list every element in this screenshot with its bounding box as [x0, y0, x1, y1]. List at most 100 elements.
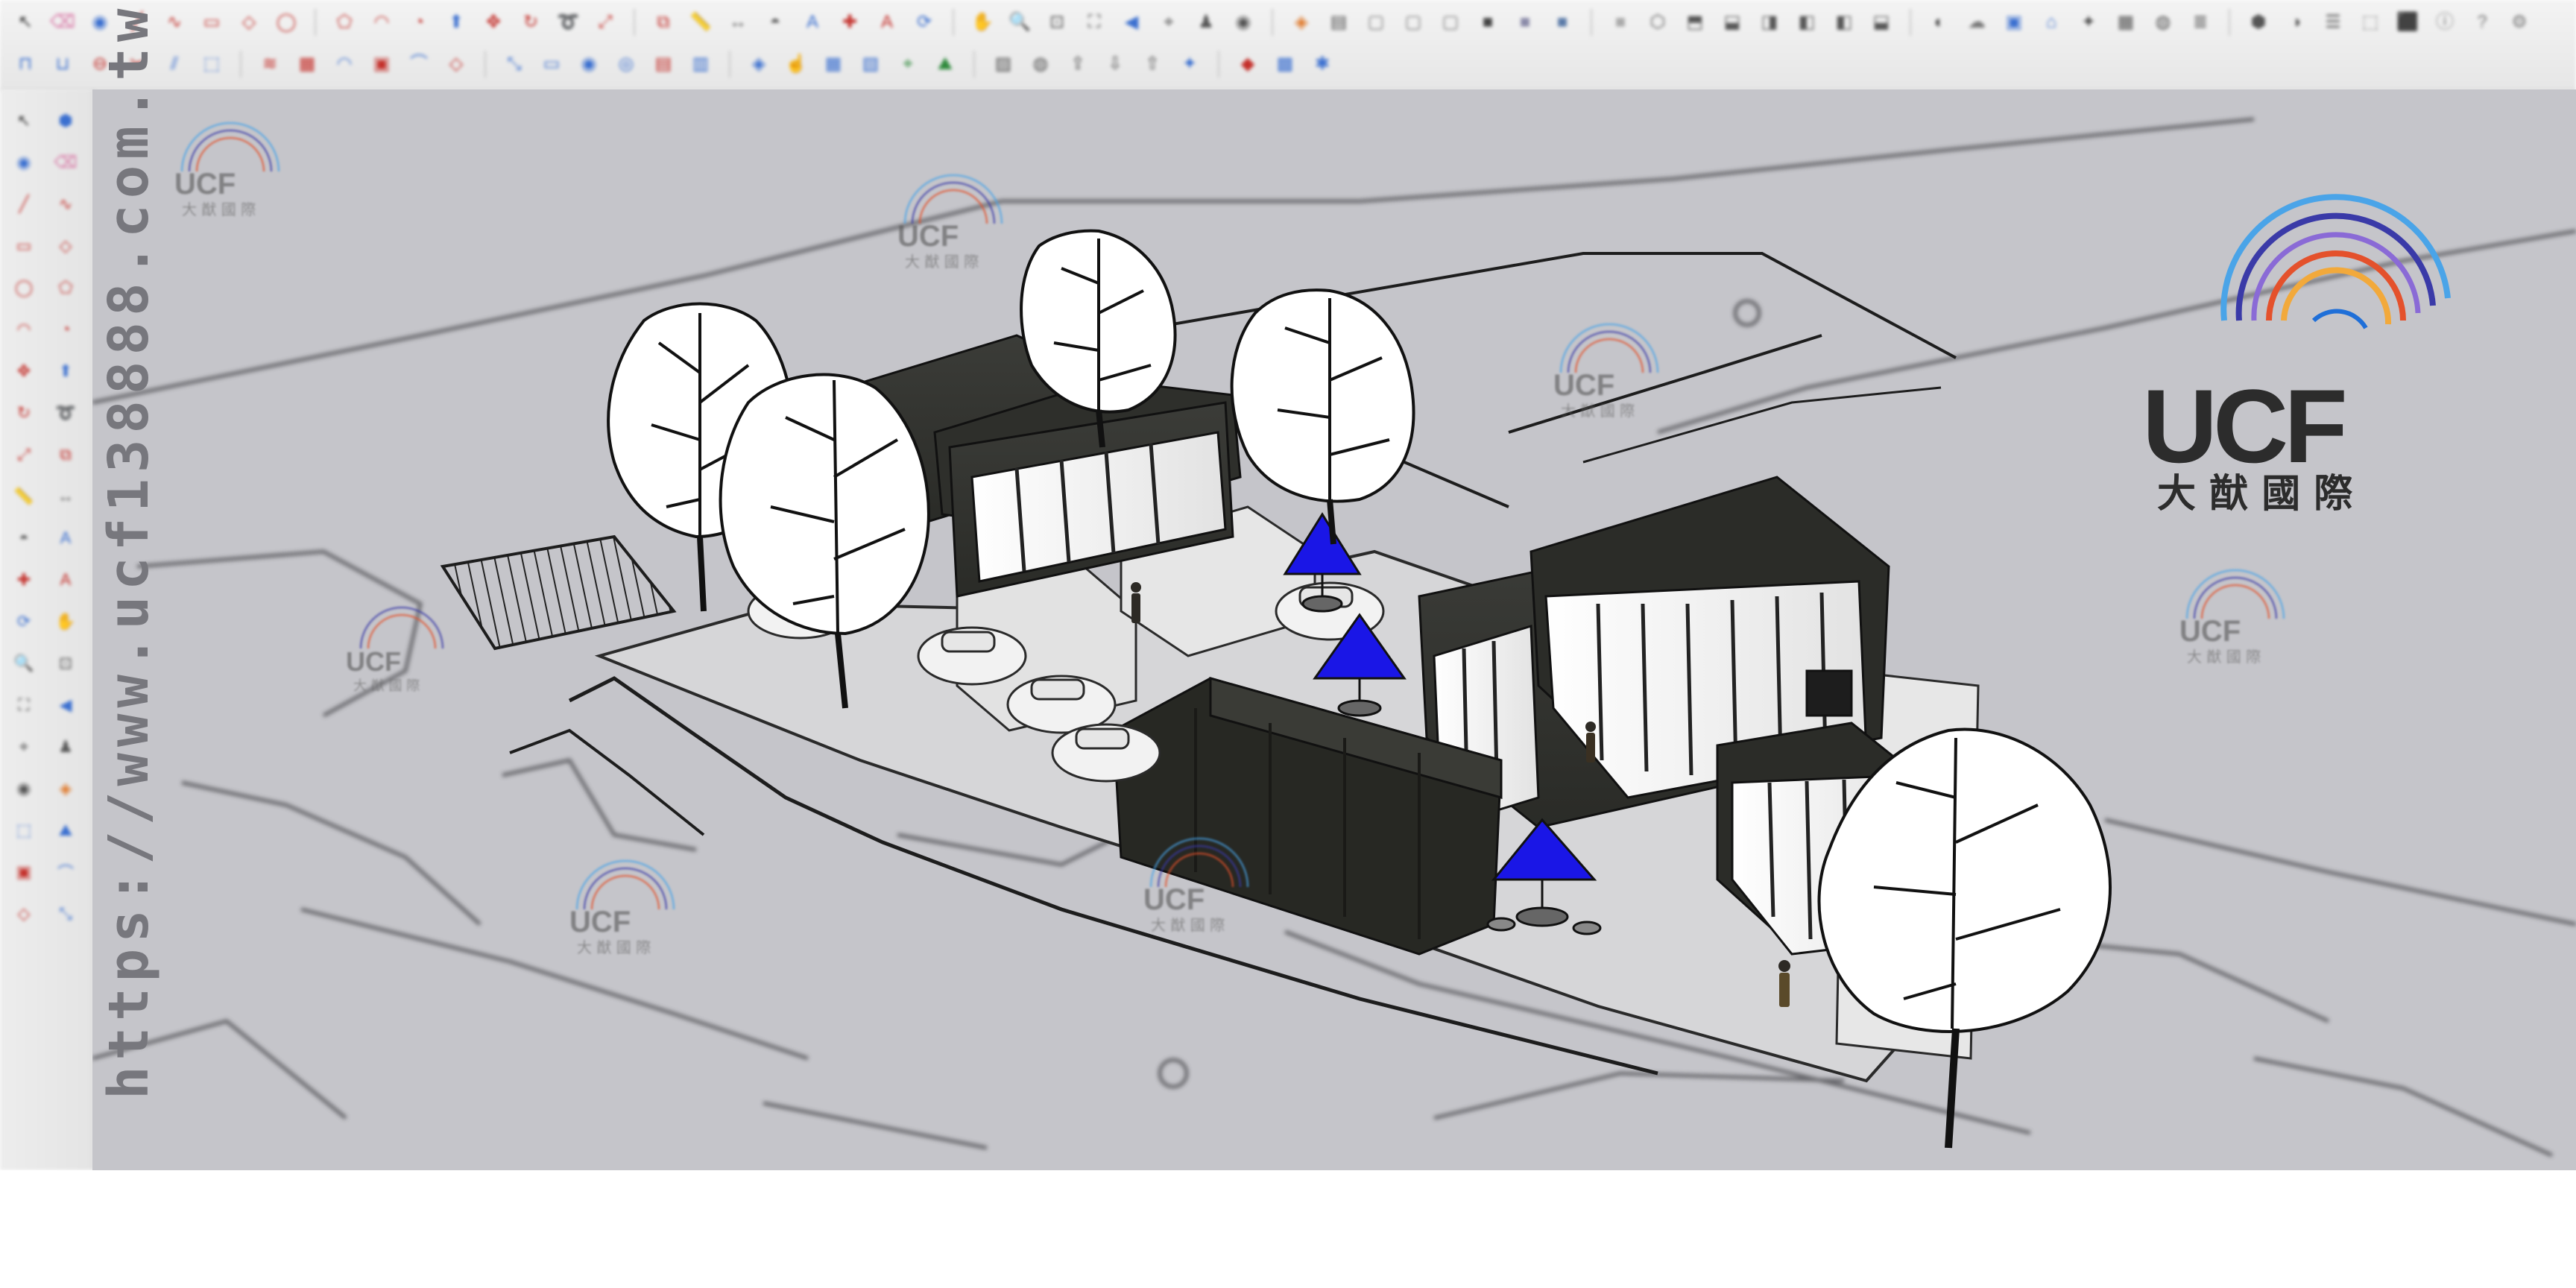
- x-ray-button[interactable]: ▢: [1361, 7, 1391, 37]
- photo-textures-button[interactable]: ▨: [988, 49, 1018, 79]
- 3d-text-button[interactable]: A: [872, 7, 902, 37]
- follow-me-button[interactable]: ➰: [553, 7, 583, 37]
- walk-button[interactable]: ♟: [1191, 7, 1221, 37]
- scale-button[interactable]: ⤢: [7, 438, 40, 471]
- split-button[interactable]: ⫽: [160, 49, 189, 79]
- move-button[interactable]: ✥: [7, 355, 40, 388]
- dimension-button[interactable]: ↔: [49, 480, 82, 513]
- eraser-button[interactable]: ⌫: [49, 146, 82, 179]
- from-contours-button[interactable]: ≋: [255, 49, 285, 79]
- select-button[interactable]: ↖: [7, 104, 40, 137]
- protractor-button[interactable]: ◓: [7, 522, 40, 555]
- paint-bucket-button[interactable]: ◉: [7, 146, 40, 179]
- right-view-button[interactable]: ◨: [1755, 7, 1784, 37]
- shaded-textures-button[interactable]: ■: [1547, 7, 1577, 37]
- arc-button[interactable]: ◠: [7, 313, 40, 346]
- share-model-button[interactable]: ⇪: [1063, 49, 1093, 79]
- shaded-button[interactable]: ■: [1510, 7, 1540, 37]
- arc-button[interactable]: ◠: [367, 7, 397, 37]
- get-models-button[interactable]: ⇩: [1100, 49, 1130, 79]
- circle-button[interactable]: ◯: [271, 7, 301, 37]
- zoom-button[interactable]: 🔍: [7, 647, 40, 680]
- model-viewport[interactable]: UCF 大 猷 國 際 UCF 大 猷 國 際 UCF 大 猷 國 際 UCF …: [92, 89, 2576, 1170]
- intersect-button[interactable]: ⊓: [10, 49, 40, 79]
- stamp-button[interactable]: ▣: [367, 49, 397, 79]
- 3d-scene[interactable]: UCF 大 猷 國 際 UCF 大 猷 國 際 UCF 大 猷 國 際 UCF …: [92, 89, 2576, 1170]
- freehand-button[interactable]: ∿: [160, 7, 189, 37]
- flip-edge-button[interactable]: ⤡: [499, 49, 529, 79]
- shadows-button[interactable]: ◐: [1925, 7, 1954, 37]
- circle-button[interactable]: ◯: [7, 271, 40, 304]
- zoom-extents-button[interactable]: ⛶: [1079, 7, 1109, 37]
- from-scratch-button[interactable]: ▦: [292, 49, 322, 79]
- left-view-button[interactable]: ◧: [1829, 7, 1859, 37]
- camera-lens-button[interactable]: ◎: [611, 49, 641, 79]
- pack-button[interactable]: ▩: [1270, 49, 1300, 79]
- polygon-button[interactable]: ⬠: [49, 271, 82, 304]
- polygon-button[interactable]: ⬠: [329, 7, 359, 37]
- make-component-button[interactable]: ⬢: [49, 104, 82, 137]
- outer-shell-button[interactable]: ⬚: [197, 49, 227, 79]
- walk-button[interactable]: ♟: [49, 730, 82, 763]
- zoom-window-button[interactable]: ⊡: [1042, 7, 1072, 37]
- rectangle-button[interactable]: ▭: [7, 230, 40, 262]
- rotate-button[interactable]: ↻: [516, 7, 546, 37]
- drape-button[interactable]: ⌒: [49, 856, 82, 888]
- move-button[interactable]: ✥: [479, 7, 508, 37]
- instructor-button[interactable]: ?: [2467, 7, 2497, 37]
- hidden-line-button[interactable]: ■: [1473, 7, 1503, 37]
- generate-report-button[interactable]: ▥: [686, 49, 716, 79]
- iso-view-button[interactable]: ⬡: [1643, 7, 1673, 37]
- add-detail-button[interactable]: ◇: [7, 897, 40, 930]
- scale-button[interactable]: ⤢: [590, 7, 620, 37]
- back-view-button[interactable]: ◧: [1792, 7, 1822, 37]
- text-button[interactable]: A: [798, 7, 827, 37]
- warehouse-button[interactable]: ⌂: [2036, 7, 2066, 37]
- pie-button[interactable]: ◔: [404, 7, 434, 37]
- back-edges-button[interactable]: ▢: [1398, 7, 1428, 37]
- share-component-button[interactable]: ⇧: [1137, 49, 1167, 79]
- component-attributes-button[interactable]: ▧: [856, 49, 886, 79]
- zoom-window-button[interactable]: ⊡: [49, 647, 82, 680]
- fog-button[interactable]: ☁: [1962, 7, 1992, 37]
- eraser-button[interactable]: ⌫: [48, 7, 78, 37]
- terrain-button[interactable]: ⛰: [49, 814, 82, 847]
- component-options-button[interactable]: ▦: [818, 49, 848, 79]
- look-around-button[interactable]: ◉: [1228, 7, 1258, 37]
- rotated-rectangle-button[interactable]: ◇: [234, 7, 264, 37]
- location-button[interactable]: ⌖: [893, 49, 923, 79]
- dimension-button[interactable]: ↔: [723, 7, 753, 37]
- select-button[interactable]: ↖: [10, 7, 40, 37]
- sandbox-button[interactable]: ⬚: [7, 814, 40, 847]
- drape-button[interactable]: ⌒: [404, 49, 434, 79]
- 3d-text-button[interactable]: A: [49, 564, 82, 596]
- rectangle-button[interactable]: ▭: [197, 7, 227, 37]
- layers-button[interactable]: ≣: [2185, 7, 2215, 37]
- tape-measure-button[interactable]: 📏: [686, 7, 716, 37]
- layout-button[interactable]: ▦: [2111, 7, 2141, 37]
- pan-button[interactable]: ✋: [967, 7, 997, 37]
- push-pull-button[interactable]: ⬆: [441, 7, 471, 37]
- position-camera-button[interactable]: ⌖: [1154, 7, 1184, 37]
- pie-button[interactable]: ◔: [49, 313, 82, 346]
- smoove-button[interactable]: ◠: [329, 49, 359, 79]
- push-pull-button[interactable]: ⬆: [49, 355, 82, 388]
- dynamic-component-button[interactable]: ◈: [744, 49, 774, 79]
- section-plane-button[interactable]: ◈: [49, 772, 82, 805]
- bottom-view-button[interactable]: ⬓: [1866, 7, 1896, 37]
- settings-button[interactable]: ⚙: [2504, 7, 2534, 37]
- rotated-rectangle-button[interactable]: ◇: [49, 230, 82, 262]
- position-camera-button[interactable]: ⌖: [7, 730, 40, 763]
- display-section-button[interactable]: ▤: [1324, 7, 1354, 37]
- previous-view-button[interactable]: ◀: [49, 689, 82, 722]
- pan-button[interactable]: ✋: [49, 605, 82, 638]
- outliner-button[interactable]: ☰: [2318, 7, 2348, 37]
- stamp-button[interactable]: ▣: [7, 856, 40, 888]
- advanced-camera-button[interactable]: ◉: [574, 49, 604, 79]
- text-button[interactable]: A: [49, 522, 82, 555]
- solid-tools-button[interactable]: ⬛: [2393, 7, 2422, 37]
- add-detail-button[interactable]: ◇: [441, 49, 471, 79]
- protractor-button[interactable]: ◓: [760, 7, 790, 37]
- tape-measure-button[interactable]: 📏: [7, 480, 40, 513]
- extension-button[interactable]: ✦: [2074, 7, 2103, 37]
